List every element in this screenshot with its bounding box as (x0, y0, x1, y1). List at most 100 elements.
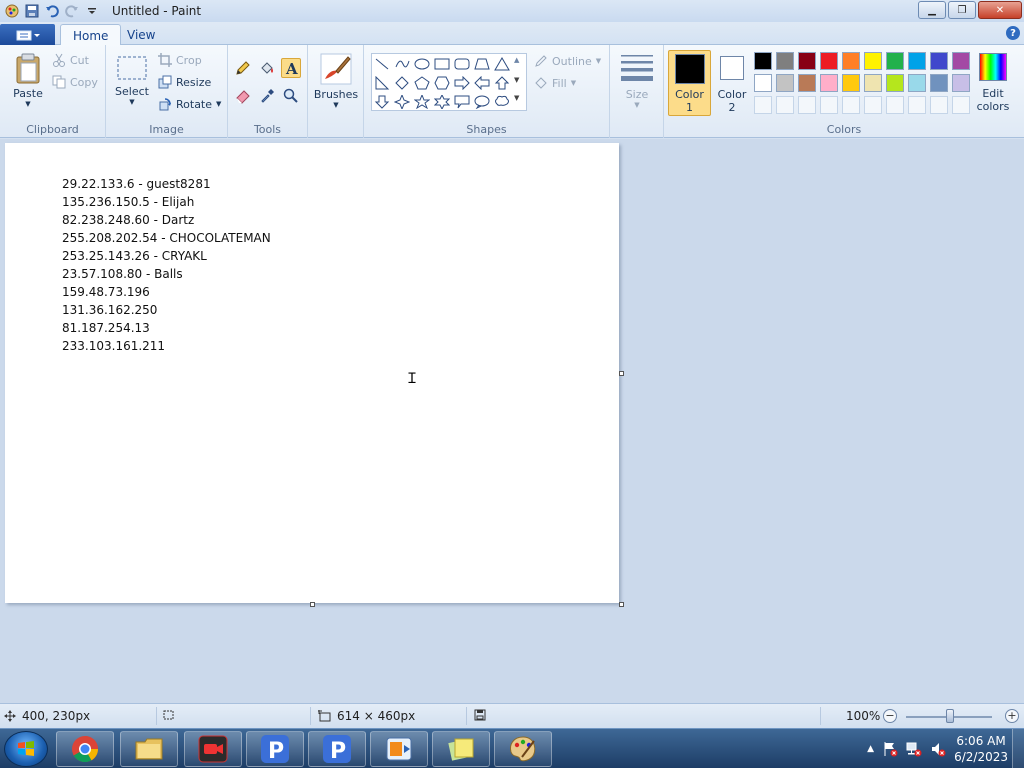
rotate-button[interactable]: Rotate ▼ (158, 97, 221, 111)
taskbar-sticky-notes[interactable] (432, 731, 490, 767)
taskbar-file-explorer[interactable] (120, 731, 178, 767)
color-swatch[interactable] (776, 74, 794, 92)
edit-colors-button[interactable]: Edit colors (975, 53, 1011, 113)
custom-color-slot[interactable] (930, 96, 948, 114)
show-desktop-button[interactable] (1012, 729, 1024, 768)
color-swatch[interactable] (864, 74, 882, 92)
tab-view[interactable]: View (115, 24, 167, 46)
canvas-workspace[interactable]: 29.22.133.6 - guest8281 135.236.150.5 - E… (0, 139, 1024, 703)
fill-tool[interactable] (257, 58, 277, 78)
color-swatch[interactable] (842, 52, 860, 70)
taskbar-paint[interactable] (494, 731, 552, 767)
triangle-shape[interactable] (492, 55, 512, 73)
size-button[interactable]: Size ▼ (618, 53, 656, 109)
color-swatch[interactable] (820, 74, 838, 92)
select-button[interactable]: Select ▼ (112, 55, 152, 106)
custom-color-slot[interactable] (842, 96, 860, 114)
start-button[interactable] (4, 731, 48, 767)
paint-app-icon[interactable] (4, 3, 20, 19)
custom-color-slot[interactable] (864, 96, 882, 114)
color-swatch[interactable] (776, 52, 794, 70)
pentagon-shape[interactable] (412, 74, 432, 92)
polygon-shape[interactable] (472, 55, 492, 73)
color-swatch[interactable] (820, 52, 838, 70)
color-swatch[interactable] (952, 52, 970, 70)
down-arrow-shape[interactable] (372, 93, 392, 111)
color-swatch[interactable] (798, 74, 816, 92)
clock[interactable]: 6:06 AM 6/2/2023 (954, 733, 1008, 765)
action-center-flag-icon[interactable] (882, 741, 898, 757)
shapes-scroll-down-icon[interactable]: ▼ (514, 76, 519, 84)
paste-button[interactable]: Paste ▼ (8, 53, 48, 108)
tab-home[interactable]: Home (60, 24, 122, 46)
brushes-dropdown-icon[interactable]: ▼ (333, 101, 338, 109)
right-triangle-shape[interactable] (372, 74, 392, 92)
cloud-callout-shape[interactable] (492, 93, 512, 111)
paint-menu-button[interactable] (0, 24, 55, 45)
color-swatch[interactable] (754, 74, 772, 92)
custom-color-slot[interactable] (776, 96, 794, 114)
custom-color-slot[interactable] (798, 96, 816, 114)
line-shape[interactable] (372, 55, 392, 73)
fill-button[interactable]: Fill ▼ (534, 76, 576, 90)
color-swatch[interactable] (952, 74, 970, 92)
color-swatch[interactable] (930, 52, 948, 70)
shapes-scroll-up-icon[interactable]: ▲ (514, 56, 519, 64)
customize-toolbar-icon[interactable] (84, 3, 100, 19)
zoom-in-button[interactable]: + (1005, 709, 1019, 723)
color-swatch[interactable] (908, 74, 926, 92)
custom-color-slot[interactable] (908, 96, 926, 114)
save-icon[interactable] (24, 3, 40, 19)
up-arrow-shape[interactable] (492, 74, 512, 92)
select-dropdown-icon[interactable]: ▼ (129, 98, 134, 106)
brushes-button[interactable]: Brushes ▼ (312, 53, 360, 109)
eraser-tool[interactable] (233, 86, 253, 106)
six-point-star-shape[interactable] (432, 93, 452, 111)
color-swatch[interactable] (798, 52, 816, 70)
network-icon[interactable] (906, 741, 922, 757)
color-swatch[interactable] (886, 52, 904, 70)
color-swatch[interactable] (908, 52, 926, 70)
color-swatch[interactable] (886, 74, 904, 92)
taskbar-app-p-1[interactable]: P (246, 731, 304, 767)
custom-color-slot[interactable] (886, 96, 904, 114)
rounded-rectangle-shape[interactable] (452, 55, 472, 73)
show-hidden-icons-icon[interactable]: ▲ (867, 744, 874, 754)
zoom-slider-thumb[interactable] (946, 709, 954, 723)
resize-handle-right[interactable] (619, 371, 624, 376)
paste-dropdown-icon[interactable]: ▼ (25, 100, 30, 108)
taskbar-chrome[interactable] (56, 731, 114, 767)
taskbar-screen-recorder[interactable] (184, 731, 242, 767)
right-arrow-shape[interactable] (452, 74, 472, 92)
hexagon-shape[interactable] (432, 74, 452, 92)
pencil-tool[interactable] (233, 58, 253, 78)
redo-icon[interactable] (64, 3, 80, 19)
color-picker-tool[interactable] (257, 86, 277, 106)
cut-button[interactable]: Cut (52, 53, 89, 67)
four-point-star-shape[interactable] (392, 93, 412, 111)
volume-muted-icon[interactable] (930, 741, 946, 757)
five-point-star-shape[interactable] (412, 93, 432, 111)
custom-color-slot[interactable] (820, 96, 838, 114)
taskbar-app-p-2[interactable]: P (308, 731, 366, 767)
left-arrow-shape[interactable] (472, 74, 492, 92)
resize-button[interactable]: Resize (158, 75, 211, 89)
zoom-out-button[interactable]: − (883, 709, 897, 723)
copy-button[interactable]: Copy (52, 75, 98, 89)
diamond-shape[interactable] (392, 74, 412, 92)
rectangular-callout-shape[interactable] (452, 93, 472, 111)
drawing-canvas[interactable]: 29.22.133.6 - guest8281 135.236.150.5 - E… (5, 143, 619, 603)
custom-color-slot[interactable] (754, 96, 772, 114)
maximize-button[interactable]: ❐ (948, 1, 976, 19)
oval-callout-shape[interactable] (472, 93, 492, 111)
outline-button[interactable]: Outline ▼ (534, 54, 601, 68)
text-tool[interactable]: A (281, 58, 301, 78)
custom-color-slot[interactable] (952, 96, 970, 114)
color2-button[interactable]: Color 2 (714, 54, 750, 114)
rotate-dropdown-icon[interactable]: ▼ (216, 100, 221, 108)
color1-button[interactable]: Color 1 (668, 50, 711, 116)
color-swatch[interactable] (842, 74, 860, 92)
undo-icon[interactable] (44, 3, 60, 19)
taskbar-media-player[interactable] (370, 731, 428, 767)
color-swatch[interactable] (930, 74, 948, 92)
